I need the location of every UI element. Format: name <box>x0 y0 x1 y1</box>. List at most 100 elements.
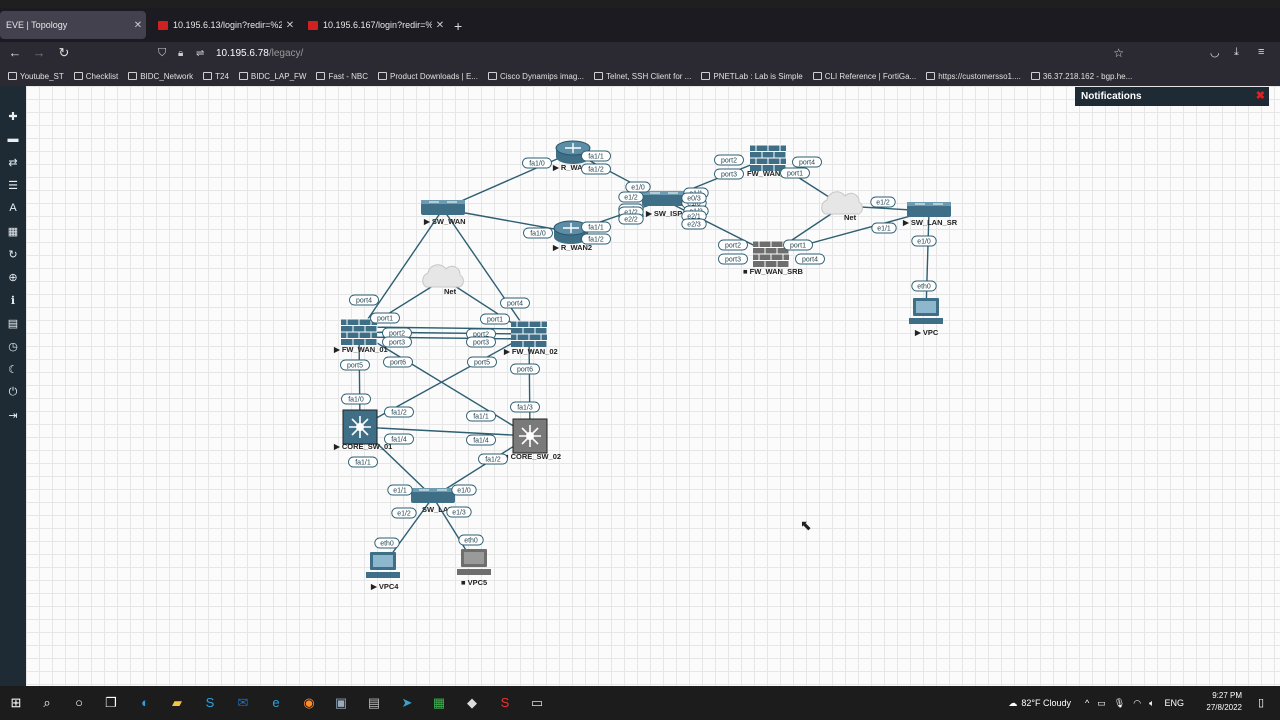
language-indicator[interactable]: ENG <box>1164 698 1184 708</box>
close-icon[interactable]: ✕ <box>432 20 448 31</box>
skype-icon[interactable]: S <box>201 694 219 712</box>
tray-chevron-icon[interactable]: ^ <box>1085 698 1089 708</box>
edge-icon[interactable]: ◐ <box>136 694 154 712</box>
topology-node[interactable]: ■ VPC5 <box>457 549 491 587</box>
logout-icon[interactable]: ⇥ <box>0 409 26 422</box>
port-label: port1 <box>780 167 810 179</box>
bookmark-item[interactable]: Cisco Dynamips imag... <box>487 72 584 81</box>
app-icon[interactable]: ▣ <box>332 694 350 712</box>
status-icon[interactable]: ◷ <box>0 340 26 353</box>
pocket-icon[interactable]: ◡ <box>1210 46 1220 59</box>
tab-eve-topology[interactable]: EVE | Topology ✕ <box>0 11 146 39</box>
bookmark-item[interactable]: Telnet, SSH Client for ... <box>593 72 691 81</box>
reload-icon[interactable]: ↻ <box>55 45 73 61</box>
volume-icon[interactable]: 🔈︎ <box>1149 698 1154 709</box>
app-icon[interactable]: ▤ <box>365 694 383 712</box>
startup-configs-icon[interactable]: ☰ <box>0 179 26 192</box>
bookmark-item[interactable]: T24 <box>203 72 229 81</box>
topology-node[interactable]: Net <box>422 264 464 296</box>
bookmark-item[interactable]: Product Downloads | E... <box>378 72 478 81</box>
menu-icon[interactable]: ≡ <box>1258 46 1264 58</box>
topology-node[interactable]: ▶ VPC <box>909 298 943 337</box>
bookmark-item[interactable]: Youtube_ST <box>8 72 64 81</box>
network-icon[interactable]: ▭ <box>1097 698 1106 709</box>
bookmark-label: https://customersso1.... <box>938 71 1021 81</box>
zoom-icon[interactable]: ⊕ <box>0 271 26 284</box>
back-icon[interactable]: ← <box>6 45 24 60</box>
close-icon[interactable]: ✖ <box>1256 89 1265 102</box>
clock[interactable]: 9:27 PM 27/8/2022 <box>1200 690 1242 714</box>
cortana-icon[interactable]: ○ <box>70 694 88 712</box>
bookmark-star-icon[interactable]: ☆ <box>1113 46 1124 60</box>
nav-toolbar: ← → ↻ ⛉ 🔒︎ ⇌ 10.195.6.78/legacy/ ☆ ◡ ⤓ ≡ <box>0 42 1280 66</box>
sublime-icon[interactable]: S <box>496 694 514 712</box>
bookmark-item[interactable]: PNETLab : Lab is Simple <box>701 72 803 81</box>
topology-node[interactable]: ▶ FW_WAN_02 <box>503 320 558 356</box>
add-object-icon[interactable]: ✚ <box>0 110 26 123</box>
new-tab-icon[interactable]: + <box>454 18 462 34</box>
topology-node[interactable]: ▶ SW_WAN <box>421 200 466 226</box>
close-icon[interactable]: ✕ <box>282 20 298 31</box>
telegram-icon[interactable]: ➤ <box>398 694 416 712</box>
url-text[interactable]: 10.195.6.78/legacy/ <box>216 48 303 59</box>
windows-start-icon[interactable]: ⊞ <box>7 694 25 712</box>
topology-node[interactable]: ▶ VPC4 <box>366 552 400 591</box>
bookmark-label: CLI Reference | FortiGa... <box>824 71 917 81</box>
ie-icon[interactable]: e <box>267 694 285 712</box>
search-icon[interactable]: ⌕ <box>38 694 56 712</box>
topology-node[interactable]: Net <box>821 191 863 222</box>
mic-icon[interactable]: 🎙︎ <box>1114 698 1125 709</box>
shield-icon[interactable]: ⛉ <box>158 47 172 60</box>
topology-node[interactable]: ■ CORE_SW_02 <box>504 418 561 461</box>
excel-icon[interactable]: ▦ <box>430 694 448 712</box>
nodes-icon[interactable]: ▬ <box>0 133 26 145</box>
wifi-icon[interactable]: ◠ <box>1133 698 1141 709</box>
info-icon[interactable]: ℹ <box>0 294 26 307</box>
bookmark-item[interactable]: BIDC_Network <box>128 72 193 81</box>
port-label: port3 <box>718 253 748 265</box>
bookmark-item[interactable]: https://customersso1.... <box>926 72 1021 81</box>
permissions-icon[interactable]: ⇌ <box>196 48 210 59</box>
fortinet-icon <box>158 20 168 30</box>
folder-icon <box>8 72 17 80</box>
outlook-icon[interactable]: ✉ <box>234 694 252 712</box>
bookmark-item[interactable]: Fast - NBC <box>316 72 368 81</box>
bookmark-item[interactable]: Checklist <box>73 72 118 81</box>
forward-icon[interactable]: → <box>30 45 48 60</box>
url-bar[interactable]: ⛉ 🔒︎ ⇌ 10.195.6.78/legacy/ ☆ <box>150 42 1130 64</box>
text-icon[interactable]: A <box>0 202 26 214</box>
terminal-icon[interactable]: ▭ <box>528 694 546 712</box>
tab-login-2[interactable]: 10.195.6.167/login?redir=%2Fng ✕ <box>302 11 448 39</box>
tab-login-1[interactable]: 10.195.6.13/login?redir=%2Fng ✕ <box>152 11 298 39</box>
lock-icon[interactable]: 🔒︎ <box>178 48 192 59</box>
close-icon[interactable]: ✕ <box>130 20 146 31</box>
firefox-icon[interactable]: ◉ <box>300 694 318 712</box>
link-line[interactable] <box>359 426 531 437</box>
port-label: fa1/0 <box>523 227 553 239</box>
topology-svg[interactable]: ▶ R_WAN▶ R_WAN2▶ SW_WAN▶ SW_ISPFW_WAN_■ … <box>26 86 1280 686</box>
topology-node[interactable]: ▶ FW_WAN_01 <box>333 318 388 354</box>
dark-mode-icon[interactable]: ☾ <box>0 363 26 376</box>
download-icon[interactable]: ⤓ <box>1234 46 1239 59</box>
notification-center-icon[interactable]: ▯ <box>1252 694 1270 712</box>
weather-text[interactable]: 82°F Cloudy <box>1021 698 1071 708</box>
networks-icon[interactable]: ⇄ <box>0 156 26 169</box>
bookmark-item[interactable]: 36.37.218.162 - bgp.he... <box>1030 72 1132 81</box>
port-label: port4 <box>792 156 822 168</box>
port-label: port3 <box>714 168 744 180</box>
weather-icon[interactable]: ☁ <box>1008 698 1017 709</box>
topology-node[interactable]: ▶ SW_ISP <box>642 191 686 218</box>
bookmark-item[interactable]: CLI Reference | FortiGa... <box>812 71 917 81</box>
topology-node[interactable]: ▶ CORE_SW_01 <box>333 409 392 451</box>
task-view-icon[interactable]: ❐ <box>102 694 120 712</box>
bookmark-item[interactable]: BIDC_LAP_FW <box>238 72 306 81</box>
notifications-panel[interactable]: Notifications ✖ <box>1075 87 1269 106</box>
topology-canvas[interactable]: ▶ R_WAN ▶ R_WAN2 ▶ SW_WAN ▶ SW_ISP FW_WAN_ ■ … <box>26 86 1280 686</box>
power-icon[interactable]: ⏻ <box>0 386 26 399</box>
topology-node[interactable]: ▶ SW_LAN_SR <box>902 202 958 227</box>
refresh-icon[interactable]: ↻ <box>0 248 26 261</box>
lab-details-icon[interactable]: ▤ <box>0 317 26 330</box>
file-explorer-icon[interactable]: ▰ <box>168 694 186 712</box>
app-icon[interactable]: ◆ <box>463 694 481 712</box>
grid-icon[interactable]: ▦ <box>0 225 26 238</box>
